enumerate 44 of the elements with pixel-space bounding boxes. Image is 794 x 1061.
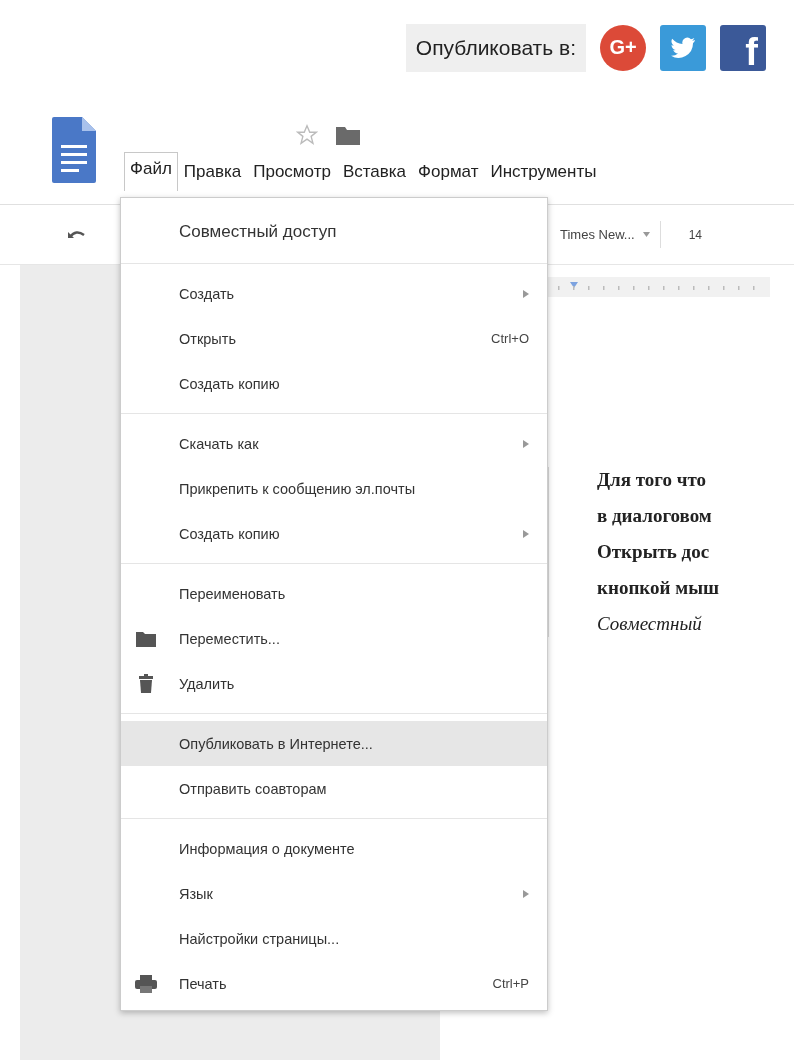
twitter-button[interactable] (660, 24, 706, 71)
menu-item[interactable]: Язык (121, 871, 547, 916)
menu-bar-item[interactable]: Правка (177, 152, 248, 191)
shortcut-label: Ctrl+O (491, 331, 529, 346)
menu-bar-item[interactable]: Файл (124, 152, 178, 191)
menu-bar-item[interactable]: Просмотр (247, 152, 337, 191)
menu-item[interactable]: Информация о документе (121, 826, 547, 871)
document-text-line: Открыть дос (597, 540, 711, 564)
menu-item[interactable]: Найстройки страницы... (121, 916, 547, 961)
star-icon[interactable] (296, 124, 318, 146)
menu-item[interactable]: Опубликовать в Интернете... (121, 721, 547, 766)
menu-item[interactable]: Скачать как (121, 421, 547, 466)
menu-item[interactable]: Отправить соавторам (121, 766, 547, 811)
menu-item[interactable]: Удалить (121, 661, 547, 706)
folder-icon (136, 630, 156, 647)
google-plus-button[interactable]: G+ (600, 24, 646, 71)
menu-item[interactable]: Создать (121, 271, 547, 316)
menu-bar-item[interactable]: Формат (412, 152, 485, 191)
menu-item[interactable]: Открыть Ctrl+O (121, 316, 547, 361)
menu-item[interactable]: Создать копию (121, 361, 547, 406)
printer-icon (135, 974, 157, 993)
undo-icon[interactable] (68, 228, 86, 241)
document-text-line: в диалоговом (597, 504, 713, 528)
facebook-button[interactable]: f (720, 24, 766, 71)
menu-item[interactable]: Создать копию (121, 511, 547, 556)
menu-item[interactable]: Переместить... (121, 616, 547, 661)
share-label: Опубликовать в: (405, 23, 586, 72)
shortcut-label: Ctrl+P (492, 976, 529, 991)
docs-logo-icon[interactable] (50, 115, 98, 185)
document-text-line: кнопкой мыш (597, 576, 721, 600)
menu-bar-item[interactable]: Инструменты (484, 152, 603, 191)
menu-item[interactable]: Печать Ctrl+P (121, 961, 547, 1006)
menu-bar-item[interactable]: Вставка (336, 152, 413, 191)
menu-item[interactable]: Переименовать (121, 571, 547, 616)
bird-icon (670, 36, 696, 59)
trash-icon (139, 674, 153, 693)
menu-item[interactable]: Совместный доступ (121, 208, 547, 256)
font-size-field[interactable]: 14 (682, 226, 708, 243)
folder-icon[interactable] (336, 125, 360, 145)
font-dropdown[interactable]: Times New... (560, 221, 661, 248)
document-text-line: Для того что (597, 468, 708, 492)
document-text-line: Совместный (597, 612, 703, 636)
caret-icon (642, 232, 650, 237)
menu-item[interactable]: Прикрепить к сообщению эл.почты (121, 466, 547, 511)
